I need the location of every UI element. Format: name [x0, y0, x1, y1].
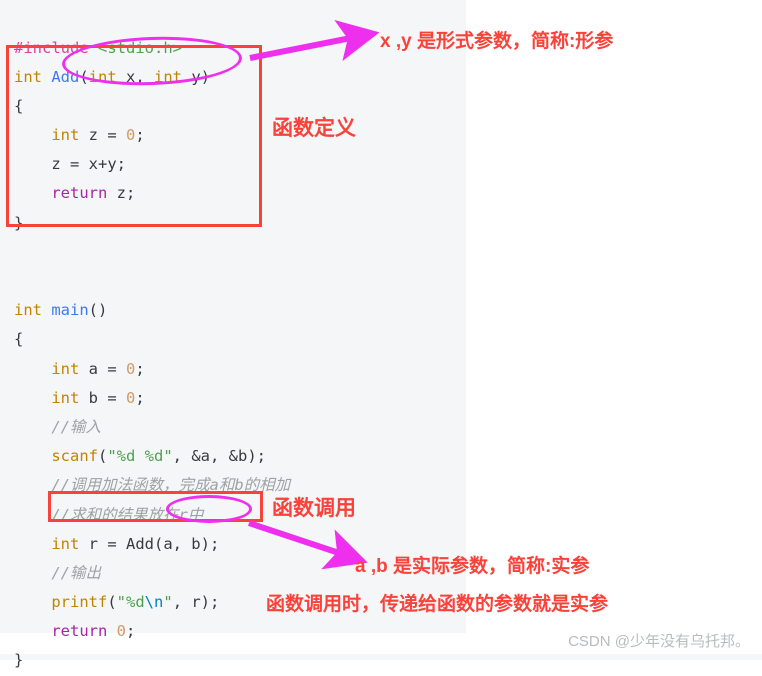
- code-token: //输入: [14, 417, 101, 436]
- code-token: z;: [116, 184, 136, 203]
- code-token: 0: [125, 388, 136, 407]
- code-token: z =: [88, 126, 126, 145]
- code-token: int: [51, 359, 89, 378]
- code-token: 0: [125, 126, 136, 145]
- code-token: ): [200, 67, 211, 86]
- code-line: int r = Add(a, b);: [14, 530, 466, 559]
- code-line: return 0;: [14, 617, 466, 646]
- code-token: , &a, &b);: [172, 447, 266, 466]
- code-token: ;: [135, 359, 145, 378]
- code-token: a =: [88, 359, 126, 378]
- code-line: int Add(int x, int y): [14, 63, 466, 92]
- code-token: z = x+y;: [14, 155, 126, 174]
- code-token: printf: [51, 593, 108, 612]
- code-token: ;: [135, 126, 145, 145]
- code-token: "%d %d": [107, 447, 173, 466]
- code-token: (a, b);: [153, 534, 220, 553]
- annotation-actual-parameters: a ,b 是实际参数，简称:实参: [355, 556, 590, 577]
- code-token: //求和的结果放在r中: [14, 505, 204, 524]
- code-line: z = x+y;: [14, 150, 466, 179]
- code-token: (: [79, 67, 89, 86]
- code-line: //输入: [14, 413, 466, 442]
- annotation-function-definition: 函数定义: [272, 117, 356, 140]
- code-line: int b = 0;: [14, 384, 466, 413]
- annotation-function-call: 函数调用: [272, 497, 356, 520]
- code-token: }: [14, 651, 24, 670]
- code-token: (): [88, 301, 108, 320]
- code-token: Add: [125, 534, 154, 553]
- code-token: scanf: [51, 447, 98, 466]
- code-token: return: [51, 184, 117, 203]
- code-token: (: [98, 447, 108, 466]
- code-line: scanf("%d %d", &a, &b);: [14, 442, 466, 471]
- code-token: 0: [116, 622, 126, 641]
- code-token: y: [191, 67, 201, 86]
- code-token: b =: [88, 388, 126, 407]
- code-token: \n: [144, 593, 164, 612]
- c-source-code: #include <stdio.h> int Add(int x, int y){…: [14, 34, 466, 676]
- annotation-formal-parameters: x ,y 是形式参数，简称:形参: [380, 31, 614, 52]
- code-line: //调用加法函数，完成a和b的相加: [14, 471, 466, 500]
- code-token: int: [14, 301, 52, 320]
- code-line: {: [14, 325, 466, 354]
- code-line: return z;: [14, 179, 466, 208]
- code-token: ": [163, 593, 173, 612]
- code-token: , r);: [172, 593, 220, 612]
- code-token: return: [51, 622, 117, 641]
- csdn-watermark: CSDN @少年没有乌托邦。: [568, 633, 750, 650]
- code-token: ,: [135, 67, 155, 86]
- code-token: //调用加法函数，完成a和b的相加: [14, 476, 291, 495]
- code-line: }: [14, 209, 466, 238]
- code-token: {: [14, 330, 24, 349]
- code-token: x: [126, 67, 136, 86]
- code-token: r =: [88, 534, 126, 553]
- code-token: int: [88, 67, 126, 86]
- code-line: {: [14, 92, 466, 121]
- code-token: //输出: [14, 563, 101, 582]
- code-line: int z = 0;: [14, 121, 466, 150]
- code-token: int: [14, 67, 52, 86]
- code-line: int a = 0;: [14, 355, 466, 384]
- code-token: ;: [135, 388, 145, 407]
- code-line: }: [14, 646, 466, 675]
- code-token: int: [51, 126, 89, 145]
- code-token: 0: [125, 359, 136, 378]
- code-token: "%d: [116, 593, 145, 612]
- code-token: Add: [51, 67, 80, 86]
- code-token: main: [51, 301, 89, 320]
- code-token: int: [51, 388, 89, 407]
- annotation-call-note: 函数调用时，传递给函数的参数就是实参: [266, 594, 609, 615]
- code-line: int main(): [14, 296, 466, 325]
- code-token: ;: [126, 622, 136, 641]
- code-token: (: [107, 593, 117, 612]
- code-token: <stdio.h>: [98, 38, 182, 57]
- code-token: int: [51, 534, 89, 553]
- code-line: //求和的结果放在r中: [14, 501, 466, 530]
- code-token: #include: [14, 38, 98, 57]
- code-token: }: [14, 213, 24, 232]
- code-token: int: [154, 67, 192, 86]
- code-token: {: [14, 96, 24, 115]
